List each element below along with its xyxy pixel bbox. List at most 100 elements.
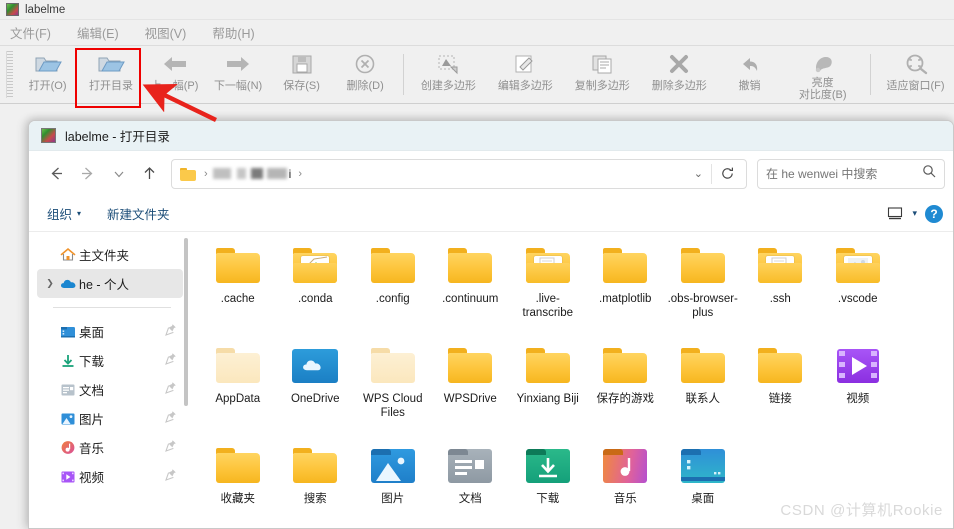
file-item[interactable]: .vscode: [819, 242, 897, 342]
file-item[interactable]: 文档: [432, 442, 510, 528]
file-name: Yinxiang Biji: [516, 393, 579, 405]
folder-icon: [446, 246, 494, 286]
videos-folder-icon: [834, 346, 882, 386]
pin-icon[interactable]: [165, 439, 177, 457]
address-chevron-down-icon[interactable]: ⌄: [686, 167, 711, 180]
file-item[interactable]: 链接: [742, 342, 820, 442]
back-button[interactable]: [41, 158, 72, 189]
toolbar-delete-polygon-button[interactable]: 删除多边形: [641, 46, 718, 103]
labelme-toolbar: 打开(O) 打开目录 上一幅(P) 下一幅(N) 保存(S) 删除(D) 创建多…: [0, 46, 954, 104]
toolbar-open-dir-label: 打开目录: [89, 80, 134, 92]
file-item[interactable]: .config: [354, 242, 432, 342]
toolbar-next-image-label: 下一幅(N): [213, 80, 263, 92]
file-item[interactable]: 音乐: [587, 442, 665, 528]
toolbar-prev-image-button[interactable]: 上一幅(P): [143, 46, 207, 103]
sidebar-item-pictures[interactable]: 图片: [37, 404, 183, 433]
toolbar-undo-button[interactable]: 撤销: [718, 46, 782, 103]
file-name: 音乐: [613, 493, 637, 505]
labelme-window-title: labelme: [25, 3, 66, 16]
file-item[interactable]: AppData: [199, 342, 277, 442]
file-item[interactable]: .continuum: [432, 242, 510, 342]
search-icon[interactable]: [922, 164, 936, 183]
file-item[interactable]: .matplotlib: [587, 242, 665, 342]
file-item[interactable]: 视频: [819, 342, 897, 442]
file-item[interactable]: 保存的游戏: [587, 342, 665, 442]
dialog-body: 主文件夹 ❯ he - 个人 桌面 下载 文档 图片 音乐 视频 .cache …: [29, 232, 953, 528]
arrow-right-icon: [224, 51, 252, 77]
sidebar-item-documents[interactable]: 文档: [37, 375, 183, 404]
forward-button[interactable]: [72, 158, 103, 189]
sidebar-item-home[interactable]: 主文件夹: [37, 240, 183, 269]
file-item[interactable]: 图片: [354, 442, 432, 528]
new-folder-button[interactable]: 新建文件夹: [107, 204, 170, 223]
file-name: .obs-browser-plus: [667, 293, 738, 319]
menu-help[interactable]: 帮助(H): [212, 23, 254, 42]
folder-icon: [679, 246, 727, 286]
address-bar[interactable]: › i › ⌄: [171, 158, 747, 189]
toolbar-fit-window-button[interactable]: 适应窗口(F): [877, 46, 954, 103]
copy-polygon-icon: [589, 51, 615, 77]
file-item[interactable]: Yinxiang Biji: [509, 342, 587, 442]
chevron-right-icon[interactable]: ❯: [43, 278, 57, 289]
help-button[interactable]: ?: [925, 204, 943, 223]
up-button[interactable]: [134, 158, 165, 189]
toolbar-next-image-button[interactable]: 下一幅(N): [206, 46, 270, 103]
file-item[interactable]: .cache: [199, 242, 277, 342]
toolbar-open-label: 打开(O): [28, 80, 67, 92]
file-item[interactable]: .ssh: [742, 242, 820, 342]
bc-label-line2: 对比度(B): [798, 89, 847, 101]
folder-icon: [834, 246, 882, 286]
pin-icon[interactable]: [165, 323, 177, 341]
file-item[interactable]: WPSDrive: [432, 342, 510, 442]
toolbar-open-dir-button[interactable]: 打开目录: [79, 46, 143, 103]
file-item[interactable]: .conda: [277, 242, 355, 342]
pin-icon[interactable]: [165, 381, 177, 399]
sidebar-label-onedrive-personal: he - 个人: [79, 278, 130, 292]
labelme-logo-icon: [6, 3, 19, 16]
sidebar-scrollbar[interactable]: [184, 238, 188, 406]
toolbar-edit-polygon-button[interactable]: 编辑多边形: [487, 46, 564, 103]
toolbar-open-button[interactable]: 打开(O): [16, 46, 80, 103]
sidebar-item-desktop[interactable]: 桌面: [37, 317, 183, 346]
toolbar-save-button[interactable]: 保存(S): [270, 46, 334, 103]
organize-button[interactable]: 组织 ▾: [47, 204, 81, 223]
file-name: .ssh: [769, 293, 791, 305]
file-item[interactable]: .obs-browser-plus: [664, 242, 742, 342]
file-item[interactable]: OneDrive: [277, 342, 355, 442]
pin-icon[interactable]: [165, 468, 177, 486]
toolbar-grip-handle[interactable]: [6, 51, 13, 98]
menu-file[interactable]: 文件(F): [10, 23, 51, 42]
pin-icon[interactable]: [165, 352, 177, 370]
file-item[interactable]: 联系人: [664, 342, 742, 442]
toolbar-create-polygon-button[interactable]: 创建多边形: [410, 46, 487, 103]
recent-locations-chevron-down-icon[interactable]: [103, 158, 134, 189]
toolbar-brightness-contrast-button[interactable]: 亮度 对比度(B): [781, 46, 864, 103]
toolbar-delete-button[interactable]: 删除(D): [333, 46, 397, 103]
toolbar-prev-image-label: 上一幅(P): [150, 80, 199, 92]
sidebar-item-music[interactable]: 音乐: [37, 433, 183, 462]
breadcrumb-segment[interactable]: i: [289, 167, 292, 181]
sidebar-item-downloads[interactable]: 下载: [37, 346, 183, 375]
file-item[interactable]: WPS Cloud Files: [354, 342, 432, 442]
pin-icon[interactable]: [165, 410, 177, 428]
view-chevron-down-icon[interactable]: ▾: [912, 208, 917, 219]
file-item[interactable]: 桌面: [664, 442, 742, 528]
menu-view[interactable]: 视图(V): [145, 23, 187, 42]
folder-icon: [369, 246, 417, 286]
edit-polygon-icon: [512, 51, 538, 77]
toolbar-copy-polygon-button[interactable]: 复制多边形: [564, 46, 641, 103]
save-floppy-icon: [290, 51, 314, 77]
file-item[interactable]: .live-transcribe: [509, 242, 587, 342]
search-box[interactable]: 在 he wenwei 中搜索: [757, 158, 945, 189]
refresh-icon[interactable]: [712, 160, 742, 188]
breadcrumb-redacted-segment: [212, 168, 287, 179]
search-input[interactable]: 在 he wenwei 中搜索: [766, 165, 922, 182]
file-list-view[interactable]: .cache .conda .config .continuum .live-t…: [191, 232, 953, 528]
sidebar-item-videos[interactable]: 视频: [37, 462, 183, 491]
menu-edit[interactable]: 编辑(E): [77, 23, 119, 42]
sidebar-item-onedrive-personal[interactable]: ❯ he - 个人: [37, 269, 183, 298]
file-item[interactable]: 搜索: [277, 442, 355, 528]
view-layout-icon[interactable]: [882, 202, 908, 226]
file-item[interactable]: 下载: [509, 442, 587, 528]
file-item[interactable]: 收藏夹: [199, 442, 277, 528]
